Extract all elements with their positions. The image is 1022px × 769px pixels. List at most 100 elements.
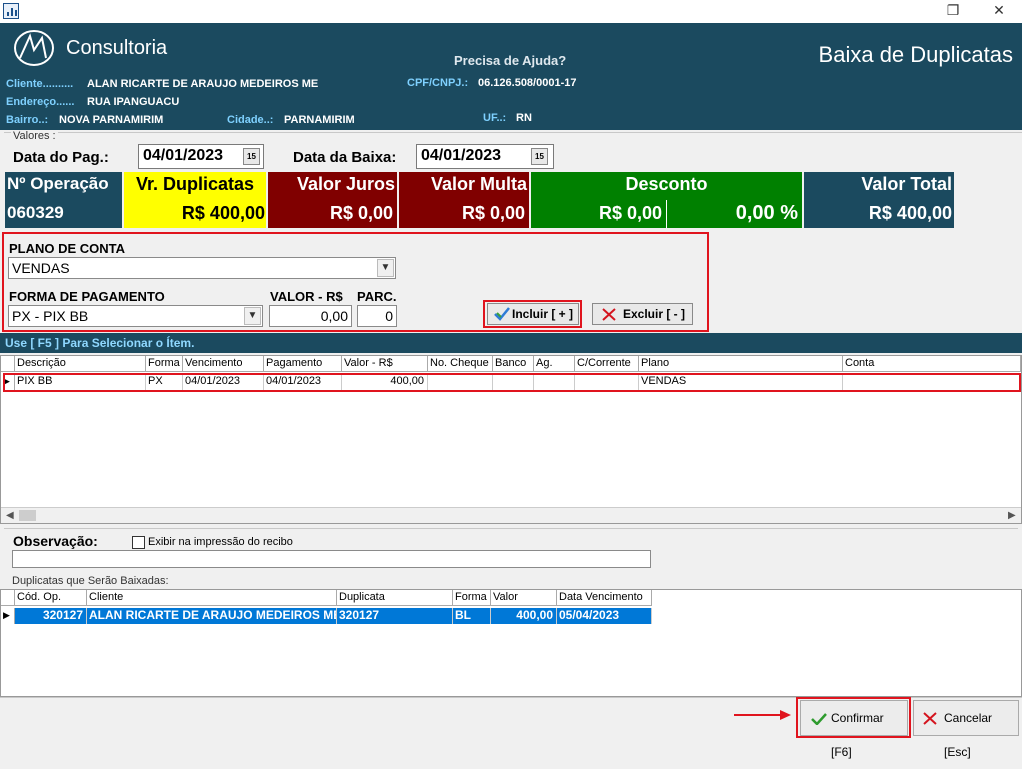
forma-value: PX - PIX BB <box>12 308 89 324</box>
col-header-cod-op[interactable]: Cód. Op. <box>15 590 87 606</box>
chevron-down-icon[interactable]: ▼ <box>377 259 394 277</box>
cell-cod-op[interactable]: 320127 <box>15 608 87 624</box>
col-header-forma[interactable]: Forma <box>146 356 183 372</box>
col-header-cheque[interactable]: No. Cheque <box>428 356 493 372</box>
cpf-label: CPF/CNPJ.: <box>407 77 469 89</box>
data-baixa-input[interactable]: 04/01/2023 15 <box>416 144 554 169</box>
col-header-forma[interactable]: Forma <box>453 590 491 606</box>
endereco-label: Endereço...... <box>6 96 75 108</box>
operacao-header: Nº Operação <box>5 172 122 200</box>
page-title: Baixa de Duplicatas <box>818 42 1013 67</box>
help-link[interactable]: Precisa de Ajuda? <box>454 53 566 68</box>
uf-label: UF..: <box>483 112 507 124</box>
payments-grid[interactable]: Descrição Forma Vencimento Pagamento Val… <box>0 355 1022 524</box>
horizontal-scrollbar[interactable]: ◀ ▶ <box>1 507 1021 523</box>
cell-forma[interactable]: BL <box>453 608 491 624</box>
forma-label: FORMA DE PAGAMENTO <box>9 289 165 304</box>
valor-label: VALOR - R$ <box>270 289 343 304</box>
data-baixa-value: 04/01/2023 <box>421 147 502 164</box>
operacao-value: 060329 <box>5 200 122 228</box>
col-header-agencia[interactable]: Ag. <box>534 356 575 372</box>
x-cancel-icon <box>923 712 937 725</box>
company-logo-icon <box>14 30 54 66</box>
duplicatas-grid[interactable]: Cód. Op. Cliente Duplicata Forma Valor D… <box>0 589 1022 697</box>
parc-input[interactable]: 0 <box>357 305 397 327</box>
total-value: R$ 400,00 <box>804 200 954 228</box>
col-header-valor[interactable]: Valor - R$ <box>342 356 428 372</box>
checkmark-icon <box>494 307 510 321</box>
col-header-conta[interactable]: Conta <box>843 356 1021 372</box>
uf-value: RN <box>516 112 532 124</box>
col-header-pagamento[interactable]: Pagamento <box>264 356 342 372</box>
calendar-icon[interactable]: 15 <box>243 148 260 165</box>
valor-input[interactable]: 0,00 <box>269 305 352 327</box>
confirmar-label: Confirmar [F6] <box>831 711 884 759</box>
col-header-data-vencimento[interactable]: Data Vencimento <box>557 590 652 606</box>
bairro-label: Bairro..: <box>6 114 49 126</box>
desconto-percent: 0,00 % <box>667 200 802 228</box>
cancelar-label: Cancelar [Esc] <box>944 711 993 759</box>
desconto-value: R$ 0,00 <box>531 200 667 228</box>
confirmar-button[interactable]: Confirmar [F6] <box>800 700 908 759</box>
incluir-label: Incluir [ + ] <box>512 307 574 321</box>
cpf-value: 06.126.508/0001-17 <box>478 77 577 89</box>
data-pag-value: 04/01/2023 <box>143 147 224 164</box>
restore-button[interactable]: ❐ <box>930 0 976 23</box>
observacao-input[interactable] <box>12 550 651 568</box>
chevron-down-icon[interactable]: ▼ <box>244 307 261 325</box>
col-header-vencimento[interactable]: Vencimento <box>183 356 264 372</box>
juros-value: R$ 0,00 <box>268 200 397 228</box>
calendar-icon[interactable]: 15 <box>531 148 548 165</box>
scroll-right-icon[interactable]: ▶ <box>1008 510 1016 521</box>
multa-value: R$ 0,00 <box>399 200 529 228</box>
exibir-checkbox[interactable] <box>132 536 145 549</box>
forma-select[interactable]: PX - PIX BB ▼ <box>8 305 263 327</box>
current-row-arrow-icon: ▶ <box>1 608 15 624</box>
data-baixa-label: Data da Baixa: <box>293 149 397 166</box>
cliente-value: ALAN RICARTE DE ARAUJO MEDEIROS ME <box>87 78 319 90</box>
duplicatas-value: R$ 400,00 <box>124 200 266 228</box>
plano-select[interactable]: VENDAS ▼ <box>8 257 396 279</box>
plano-label: PLANO DE CONTA <box>9 241 126 256</box>
hint-bar: Use [ F5 ] Para Selecionar o Ítem. <box>0 333 1022 353</box>
col-header-banco[interactable]: Banco <box>493 356 534 372</box>
logo-text: Consultoria <box>66 37 168 59</box>
cliente-label: Cliente.......... <box>6 78 74 90</box>
cidade-label: Cidade..: <box>227 114 274 126</box>
endereco-value: RUA IPANGUACU <box>87 96 180 108</box>
excluir-button[interactable]: Excluir [ - ] <box>592 303 693 325</box>
parc-label: PARC. <box>357 289 397 304</box>
cancelar-button[interactable]: Cancelar [Esc] <box>913 700 1019 759</box>
x-delete-icon <box>602 308 616 321</box>
total-header: Valor Total <box>804 172 954 200</box>
cell-duplicata[interactable]: 320127 <box>337 608 453 624</box>
multa-header: Valor Multa <box>399 172 529 200</box>
red-arrow-annotation-icon <box>734 710 791 720</box>
col-header-descricao[interactable]: Descrição <box>15 356 146 372</box>
duplicatas-caption: Duplicatas que Serão Baixadas: <box>10 575 171 587</box>
data-pag-input[interactable]: 04/01/2023 15 <box>138 144 264 169</box>
bairro-value: NOVA PARNAMIRIM <box>59 114 164 126</box>
cidade-value: PARNAMIRIM <box>284 114 355 126</box>
valores-caption: Valores : <box>11 130 58 142</box>
scroll-thumb[interactable] <box>19 510 36 521</box>
scroll-left-icon[interactable]: ◀ <box>6 510 14 521</box>
col-header-duplicata[interactable]: Duplicata <box>337 590 453 606</box>
col-header-corrente[interactable]: C/Corrente <box>575 356 639 372</box>
row-indicator-header <box>1 590 15 606</box>
cell-cliente[interactable]: ALAN RICARTE DE ARAUJO MEDEIROS ME <box>87 608 337 624</box>
checkmark-icon <box>811 713 827 725</box>
exibir-checkbox-label[interactable]: Exibir na impressão do recibo <box>148 536 293 548</box>
col-header-plano[interactable]: Plano <box>639 356 843 372</box>
close-button[interactable]: ✕ <box>976 0 1022 23</box>
cell-data-vencimento[interactable]: 05/04/2023 <box>557 608 652 624</box>
juros-header: Valor Juros <box>268 172 397 200</box>
window-titlebar: ❐ ✕ <box>0 0 1022 23</box>
data-pag-label: Data do Pag.: <box>13 149 109 166</box>
selected-row-highlight <box>3 373 1021 392</box>
col-header-cliente[interactable]: Cliente <box>87 590 337 606</box>
incluir-button[interactable]: Incluir [ + ] <box>487 303 579 325</box>
col-header-valor[interactable]: Valor <box>491 590 557 606</box>
duplicatas-header: Vr. Duplicatas <box>124 172 266 200</box>
cell-valor[interactable]: 400,00 <box>491 608 557 624</box>
